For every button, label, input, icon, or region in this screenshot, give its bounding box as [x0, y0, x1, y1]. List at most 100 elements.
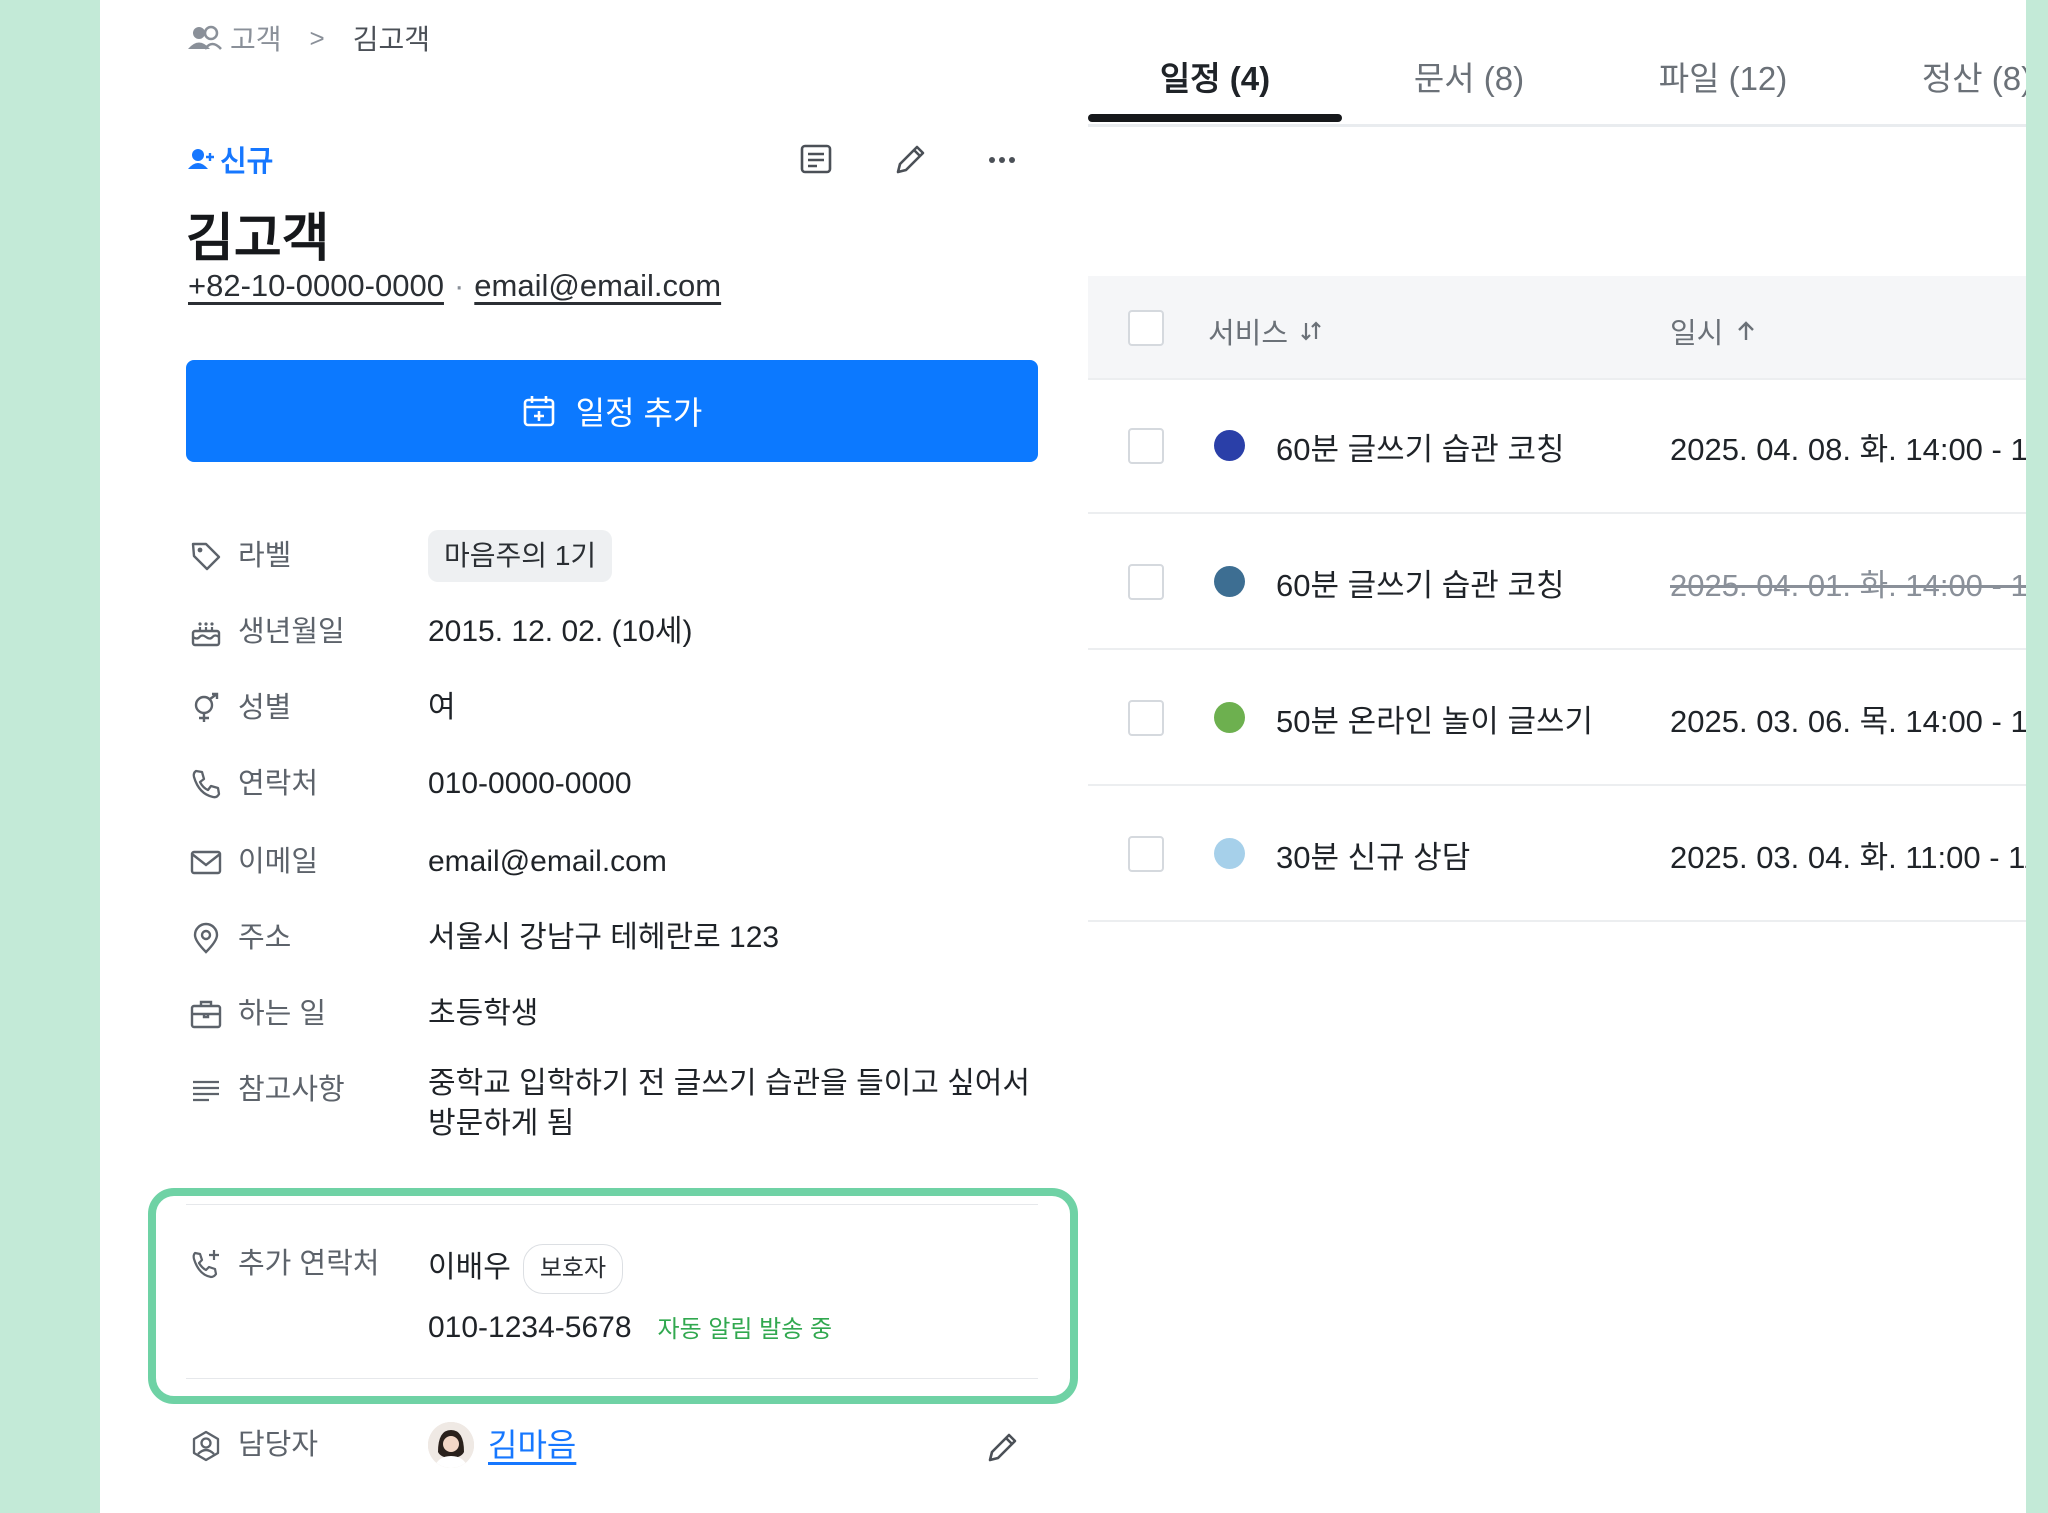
phone-plus-icon [188, 1246, 224, 1282]
tab-schedule[interactable]: 일정 (4) [1088, 52, 1342, 100]
status-badge: 신규 [188, 138, 273, 180]
email-link[interactable]: email@email.com [474, 268, 721, 304]
row-checkbox[interactable] [1128, 564, 1164, 600]
row-datetime: 2025. 03. 06. 목. 14:00 - 14 [1670, 704, 2045, 739]
field-birthday-title: 생년월일 [238, 616, 345, 648]
field-note-value-line2: 방문하게 됨 [428, 1107, 575, 1140]
table-row[interactable]: 30분 신규 상담 2025. 03. 04. 화. 11:00 - 11 [1088, 786, 2048, 922]
tab-files[interactable]: 파일 (12) [1596, 52, 1850, 100]
label-chip[interactable]: 마음주의 1기 [428, 530, 613, 582]
edit-manager-button[interactable] [978, 1424, 1026, 1472]
tag-icon [188, 538, 224, 574]
calendar-plus-icon [523, 396, 554, 427]
edit-button[interactable] [886, 136, 934, 184]
relation-tag: 보호자 [522, 1244, 624, 1294]
field-birthday-value: 2015. 12. 02. (10세) [428, 615, 693, 648]
user-badge-icon [188, 1428, 224, 1464]
row-service: 50분 온라인 놀이 글쓰기 [1276, 704, 1593, 739]
select-all-checkbox[interactable] [1128, 310, 1164, 346]
add-schedule-label: 일정 추가 [575, 395, 703, 431]
phone-icon [188, 766, 224, 802]
field-note: 참고사항 중학교 입학하기 전 글쓰기 습관을 들이고 싶어서 방문하게 됨 [188, 1067, 1048, 1144]
row-datetime: 2025. 04. 08. 화. 14:00 - 15 [1670, 432, 2045, 467]
field-job: 하는 일 초등학생 [188, 994, 538, 1034]
window-edge [2026, 0, 2048, 1513]
more-button[interactable] [978, 136, 1026, 184]
location-pin-icon [188, 920, 224, 956]
briefcase-icon [188, 996, 224, 1032]
field-gender-value: 여 [428, 691, 456, 724]
customer-name: 김고객 [186, 210, 330, 268]
field-note-value-line1: 중학교 입학하기 전 글쓰기 습관을 들이고 싶어서 [428, 1067, 1031, 1100]
field-label: 라벨 마음주의 1기 [188, 530, 613, 582]
table-row[interactable]: 60분 글쓰기 습관 코칭 2025. 04. 08. 화. 14:00 - 1… [1088, 378, 2048, 514]
sort-icon [1301, 321, 1321, 341]
row-service: 30분 신규 상담 [1276, 840, 1471, 875]
mail-icon [188, 844, 224, 880]
service-color-dot [1214, 702, 1245, 733]
field-address-value: 서울시 강남구 테헤란로 123 [428, 921, 780, 954]
field-email-value: email@email.com [428, 845, 667, 878]
field-gender: 성별 여 [188, 688, 456, 728]
row-checkbox[interactable] [1128, 700, 1164, 736]
row-datetime-cancelled: 2025. 04. 01. 화. 14:00 - 15 [1670, 568, 2045, 603]
divider [186, 1204, 1038, 1205]
field-label-title: 라벨 [238, 540, 292, 572]
extra-contact-phone: 010-1234-5678 [428, 1311, 632, 1344]
field-address-title: 주소 [238, 922, 292, 954]
divider [186, 1378, 1038, 1379]
pencil-icon [988, 1433, 1017, 1462]
active-tab-indicator [1088, 114, 1342, 122]
field-address: 주소 서울시 강남구 테헤란로 123 [188, 918, 779, 958]
row-service: 60분 글쓰기 습관 코칭 [1276, 568, 1565, 603]
service-color-dot [1214, 566, 1245, 597]
field-contact-title: 연락처 [238, 768, 319, 800]
service-color-dot [1214, 430, 1245, 461]
table-row[interactable]: 50분 온라인 놀이 글쓰기 2025. 03. 06. 목. 14:00 - … [1088, 650, 2048, 786]
field-extra-contact: 추가 연락처 이배우 보호자 010-1234-5678 자동 알림 발송 중 [188, 1244, 832, 1350]
lines-icon [188, 1072, 224, 1108]
more-icon [989, 157, 1015, 163]
phone-link[interactable]: +82-10-0000-0000 [188, 268, 444, 304]
new-user-icon [188, 147, 216, 171]
separator-dot: · [453, 268, 465, 303]
breadcrumb: 고객 > 김고객 [188, 18, 430, 58]
field-birthday: 생년월일 2015. 12. 02. (10세) [188, 612, 692, 652]
tab-settlement[interactable]: 정산 (8) [1850, 52, 2048, 100]
contact-summary: +82-10-0000-0000 · email@email.com [188, 268, 721, 304]
column-datetime[interactable]: 일시 [1670, 310, 1757, 352]
field-job-value: 초등학생 [428, 997, 539, 1030]
field-extra-contact-title: 추가 연락처 [238, 1248, 380, 1280]
extra-contact-name: 이배우 [428, 1250, 511, 1284]
field-contact-value: 010-0000-0000 [428, 767, 632, 800]
cake-icon [188, 614, 224, 650]
manager-name-link[interactable]: 김마음 [488, 1425, 576, 1465]
table-row[interactable]: 60분 글쓰기 습관 코칭 2025. 04. 01. 화. 14:00 - 1… [1088, 514, 2048, 650]
field-note-title: 참고사항 [238, 1074, 345, 1106]
field-manager: 담당자 김마음 [188, 1422, 576, 1468]
breadcrumb-separator: > [309, 22, 325, 53]
field-contact: 연락처 010-0000-0000 [188, 764, 632, 804]
field-job-title: 하는 일 [238, 998, 327, 1030]
row-checkbox[interactable] [1128, 836, 1164, 872]
schedule-table-header: 서비스 일시 [1088, 276, 2048, 380]
row-datetime: 2025. 03. 04. 화. 11:00 - 11 [1670, 840, 2041, 875]
breadcrumb-current: 김고객 [352, 24, 430, 55]
row-service: 60분 글쓰기 습관 코칭 [1276, 432, 1565, 467]
add-schedule-button[interactable]: 일정 추가 [186, 360, 1038, 462]
tab-documents[interactable]: 문서 (8) [1342, 52, 1596, 100]
row-checkbox[interactable] [1128, 428, 1164, 464]
notify-status: 자동 알림 발송 중 [657, 1316, 833, 1343]
arrow-up-icon [1738, 321, 1755, 340]
field-gender-title: 성별 [238, 692, 292, 724]
gender-icon [188, 690, 224, 726]
field-email-title: 이메일 [238, 846, 319, 878]
pencil-icon [896, 145, 925, 174]
memo-button[interactable] [792, 136, 840, 184]
customers-group-icon [188, 24, 222, 52]
column-service[interactable]: 서비스 [1208, 310, 1322, 352]
field-email: 이메일 email@email.com [188, 842, 667, 882]
field-manager-title: 담당자 [238, 1429, 319, 1461]
breadcrumb-parent-link[interactable]: 고객 [230, 18, 282, 58]
memo-icon [800, 144, 832, 174]
